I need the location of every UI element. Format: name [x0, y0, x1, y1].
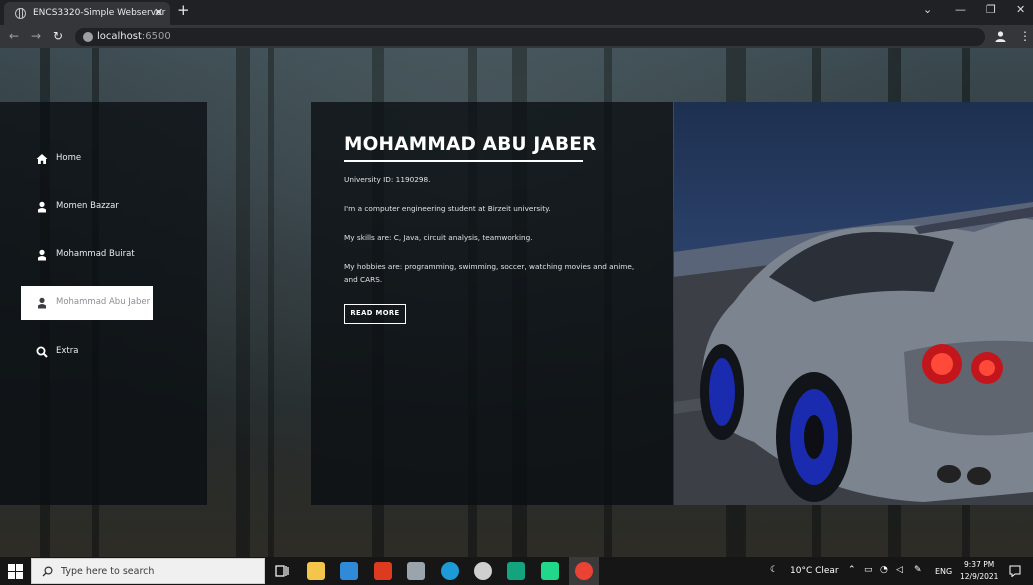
kebab-menu-icon[interactable]: ⋮ — [1019, 30, 1031, 42]
search-icon — [42, 566, 53, 577]
windows-start-icon[interactable] — [8, 564, 23, 579]
language-indicator[interactable]: ENG — [935, 567, 952, 576]
browser-toolbar: ← → ↻ localhost:6500 ⋮ — [0, 25, 1033, 48]
maximize-button[interactable]: ❐ — [986, 3, 996, 16]
weather-text[interactable]: 10°C Clear — [790, 566, 839, 576]
car-image — [674, 102, 1033, 505]
clock-time[interactable]: 9:37 PM — [964, 560, 994, 569]
minimize-button[interactable]: — — [955, 3, 966, 16]
back-button[interactable]: ← — [9, 29, 19, 43]
sidebar-item-home[interactable]: Home — [21, 142, 153, 176]
store-icon[interactable] — [407, 562, 425, 580]
search-icon — [36, 346, 48, 358]
profile-content: MOHAMMAD ABU JABER University ID: 119029… — [311, 102, 673, 505]
sidebar-item-label: Mohammad Buirat — [56, 249, 135, 259]
globe-icon — [15, 8, 26, 19]
user-icon — [38, 201, 46, 213]
pycharm-icon[interactable] — [541, 562, 559, 580]
reload-button[interactable]: ↻ — [53, 29, 63, 43]
tab-title: ENCS3320-Simple Webserver — [33, 8, 166, 18]
url-host: localhost — [97, 31, 142, 42]
media-player-icon[interactable] — [474, 562, 492, 580]
close-window-button[interactable]: ✕ — [1016, 3, 1025, 16]
university-id-text: University ID: 1190298. — [344, 175, 431, 184]
taskbar-search-box[interactable]: Type here to search — [31, 558, 265, 584]
wifi-icon[interactable]: ◔ — [880, 565, 888, 575]
clock-date[interactable]: 12/9/2021 — [960, 572, 998, 581]
task-view-icon[interactable] — [273, 562, 291, 580]
new-tab-button[interactable]: + — [177, 3, 190, 18]
user-icon — [38, 297, 46, 309]
profile-icon[interactable] — [994, 30, 1007, 43]
sidebar-item-label: Extra — [56, 346, 79, 356]
url-text: localhost:6500 — [97, 31, 171, 42]
sidebar-item-label: Mohammad Abu Jaber — [56, 297, 151, 307]
read-more-button[interactable]: READ MORE — [344, 304, 406, 324]
about-text: I'm a computer engineering student at Bi… — [344, 204, 551, 213]
webpage: Home Momen Bazzar Mohammad Buirat Mohamm… — [0, 48, 1033, 557]
skills-text: My skills are: C, Java, circuit analysis… — [344, 233, 533, 242]
mail-icon[interactable] — [340, 562, 358, 580]
car-illustration — [674, 202, 1033, 505]
browser-tab[interactable]: ENCS3320-Simple Webserver ✕ — [4, 2, 170, 25]
pen-icon[interactable]: ✎ — [914, 565, 922, 575]
moon-icon: ☾ — [770, 565, 779, 575]
home-icon — [36, 154, 48, 164]
windows-taskbar: Type here to search ☾ 10°C Clear ⌃ ▭ ◔ ◁… — [0, 557, 1033, 585]
file-explorer-icon[interactable] — [307, 562, 325, 580]
sidebar-item-mohammad-abu-jaber[interactable]: Mohammad Abu Jaber — [21, 286, 153, 320]
tab-search-button[interactable]: ⌄ — [923, 3, 932, 16]
sidebar-item-mohammad-buirat[interactable]: Mohammad Buirat — [21, 238, 153, 272]
office-icon[interactable] — [374, 562, 392, 580]
sidebar-item-momen-bazzar[interactable]: Momen Bazzar — [21, 190, 153, 224]
address-bar[interactable]: localhost:6500 — [75, 28, 985, 46]
title-underline — [344, 160, 583, 162]
clion-icon[interactable] — [507, 562, 525, 580]
hobbies-text: My hobbies are: programming, swimming, s… — [344, 262, 635, 284]
battery-icon[interactable]: ▭ — [864, 565, 873, 575]
tab-close-button[interactable]: ✕ — [154, 6, 163, 19]
sidebar-nav: Home Momen Bazzar Mohammad Buirat Mohamm… — [0, 102, 207, 505]
sidebar-item-label: Home — [56, 153, 82, 163]
page-title: MOHAMMAD ABU JABER — [344, 134, 597, 155]
notification-icon[interactable] — [1009, 565, 1021, 577]
user-icon — [38, 249, 46, 261]
site-info-icon[interactable] — [83, 32, 93, 42]
url-port: :6500 — [141, 31, 171, 42]
taskbar-search-placeholder: Type here to search — [61, 566, 155, 577]
browser-tab-strip: ENCS3320-Simple Webserver ✕ + ⌄ — ❐ ✕ — [0, 0, 1033, 25]
sidebar-item-label: Momen Bazzar — [56, 201, 119, 211]
volume-icon[interactable]: ◁ — [896, 565, 903, 575]
sidebar-item-extra[interactable]: Extra — [21, 335, 153, 369]
chevron-up-icon[interactable]: ⌃ — [848, 565, 856, 575]
edge-icon[interactable] — [441, 562, 459, 580]
forward-button[interactable]: → — [31, 29, 41, 43]
chrome-icon[interactable] — [575, 562, 593, 580]
